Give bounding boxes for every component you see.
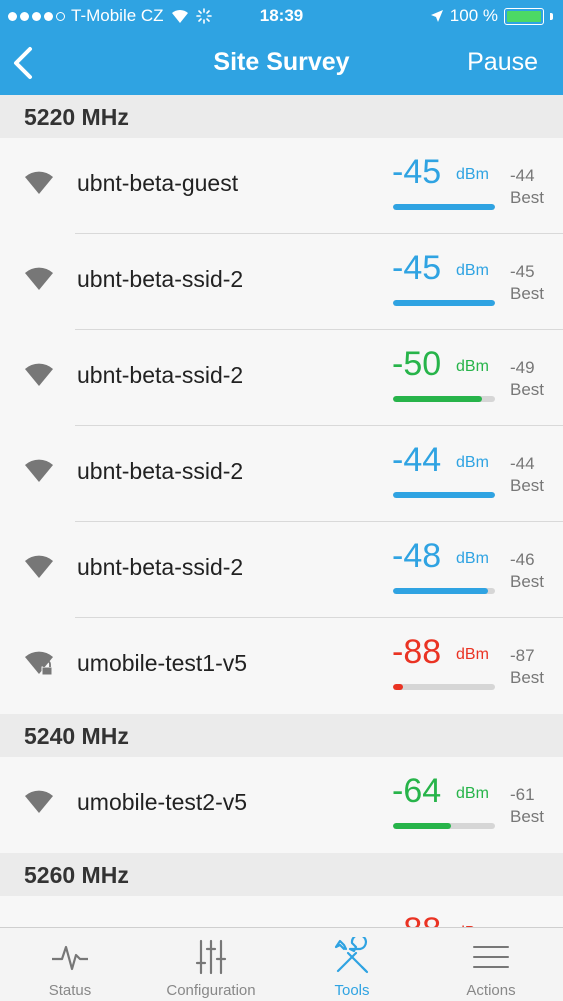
signal-bar-fill	[393, 492, 495, 498]
signal-bar-fill	[393, 396, 482, 402]
signal-bar-fill	[393, 300, 495, 306]
signal-value: -45	[392, 153, 442, 191]
best-signal-value: -61	[510, 785, 535, 804]
signal-bar-fill	[393, 204, 495, 210]
tab-configuration[interactable]: Configuration	[141, 928, 281, 1001]
signal-value: -64	[392, 772, 442, 810]
sliders-icon	[195, 939, 227, 975]
location-arrow-icon	[430, 10, 443, 22]
signal-value: -50	[392, 345, 442, 383]
best-signal-value: -87	[510, 646, 535, 665]
pause-button[interactable]: Pause	[467, 48, 538, 77]
best-signal-value: -45	[510, 262, 535, 281]
ssid-label: ubnt-beta-ssid-2	[77, 362, 244, 388]
tab-label: Tools	[334, 982, 370, 999]
wifi-icon	[25, 790, 53, 813]
wifi-locked-icon	[25, 651, 53, 676]
signal-unit: dBm	[456, 166, 489, 183]
signal-value: -45	[392, 249, 442, 287]
survey-list[interactable]: 5220 MHz ubnt-beta-guest -45 dBm -44 Best ubnt…	[0, 95, 563, 927]
best-signal-label: Best	[510, 188, 545, 207]
tab-status[interactable]: Status	[0, 928, 140, 1001]
network-row[interactable]: ubnt-beta-guest -45 dBm -44 Best	[0, 138, 563, 234]
network-row[interactable]: ubnt-beta-ssid-2 -45 dBm -45 Best	[0, 234, 563, 330]
best-signal-label: Best	[510, 380, 545, 399]
ssid-label: ubnt-beta-ssid-2	[77, 554, 244, 580]
ssid-label: ubnt-beta-ssid-2	[77, 458, 244, 484]
signal-bar	[393, 300, 495, 306]
battery-icon	[504, 7, 544, 25]
ssid-label: umobile-test1-v5	[77, 650, 248, 676]
nav-bar: Site Survey Pause	[0, 38, 563, 88]
signal-bar	[393, 684, 495, 690]
wifi-icon	[25, 171, 53, 194]
tab-actions[interactable]: Actions	[421, 928, 561, 1001]
signal-unit: dBm	[456, 646, 489, 663]
status-right: 100 %	[430, 6, 553, 26]
signal-bar-fill	[393, 823, 452, 829]
signal-unit: dBm	[456, 262, 489, 279]
best-signal-value: -44	[510, 454, 535, 473]
signal-bar	[393, 204, 495, 210]
best-signal-label: Best	[510, 284, 545, 303]
tab-bar: Status Configuration Tools Actions	[0, 927, 563, 1001]
tab-label: Configuration	[166, 982, 256, 999]
top-bar: T-Mobile CZ 18:39 100 % Site Survey Paus…	[0, 0, 563, 95]
signal-bar	[393, 492, 495, 498]
tools-icon	[334, 937, 369, 974]
ssid-label: ubnt-beta-ssid-2	[77, 266, 244, 292]
best-signal-label: Best	[510, 668, 545, 687]
best-signal-label: Best	[510, 807, 545, 826]
wifi-icon	[25, 555, 53, 578]
section-header: 5240 MHz	[0, 714, 563, 757]
best-signal-label: Best	[510, 572, 545, 591]
tab-label: Status	[48, 982, 92, 999]
network-row[interactable]: -88dBm-87	[0, 896, 563, 927]
signal-unit: dBm	[456, 454, 489, 471]
signal-value: -88	[392, 912, 441, 927]
section-header: 5260 MHz	[0, 853, 563, 896]
best-signal-value: -46	[510, 550, 535, 569]
ssid-label: umobile-test2-v5	[77, 789, 248, 815]
signal-bar	[393, 823, 495, 829]
signal-value: -48	[392, 537, 442, 575]
tab-label: Actions	[466, 982, 516, 999]
battery-cap	[550, 12, 553, 20]
best-signal-label: Best	[510, 476, 545, 495]
signal-value: -88	[392, 633, 442, 671]
signal-bar-fill	[393, 684, 404, 690]
network-row[interactable]: ubnt-beta-ssid-2 -48 dBm -46 Best	[0, 522, 563, 618]
wifi-icon	[25, 459, 53, 482]
tab-tools[interactable]: Tools	[282, 928, 422, 1001]
status-bar: T-Mobile CZ 18:39 100 %	[0, 6, 563, 28]
signal-unit: dBm	[456, 785, 489, 802]
signal-bar	[393, 396, 495, 402]
signal-value: -44	[392, 441, 442, 479]
signal-bar-fill	[393, 588, 488, 594]
best-signal-value: -44	[510, 166, 535, 185]
wifi-icon	[25, 363, 53, 386]
battery-percent: 100 %	[449, 6, 498, 25]
network-row[interactable]: ubnt-beta-ssid-2 -44 dBm -44 Best	[0, 426, 563, 522]
signal-unit: dBm	[456, 358, 489, 375]
network-row[interactable]: umobile-test2-v5 -64 dBm -61 Best	[0, 757, 563, 853]
network-row[interactable]: umobile-test1-v5 -88 dBm -87 Best	[0, 618, 563, 714]
activity-icon	[52, 945, 88, 971]
ssid-label: ubnt-beta-guest	[77, 170, 239, 196]
signal-unit: dBm	[456, 550, 489, 567]
signal-bar	[393, 588, 495, 594]
network-row[interactable]: ubnt-beta-ssid-2 -50 dBm -49 Best	[0, 330, 563, 426]
wifi-icon	[25, 267, 53, 290]
best-signal-value: -49	[510, 358, 535, 377]
menu-icon	[473, 946, 509, 968]
section-header: 5220 MHz	[0, 95, 563, 138]
